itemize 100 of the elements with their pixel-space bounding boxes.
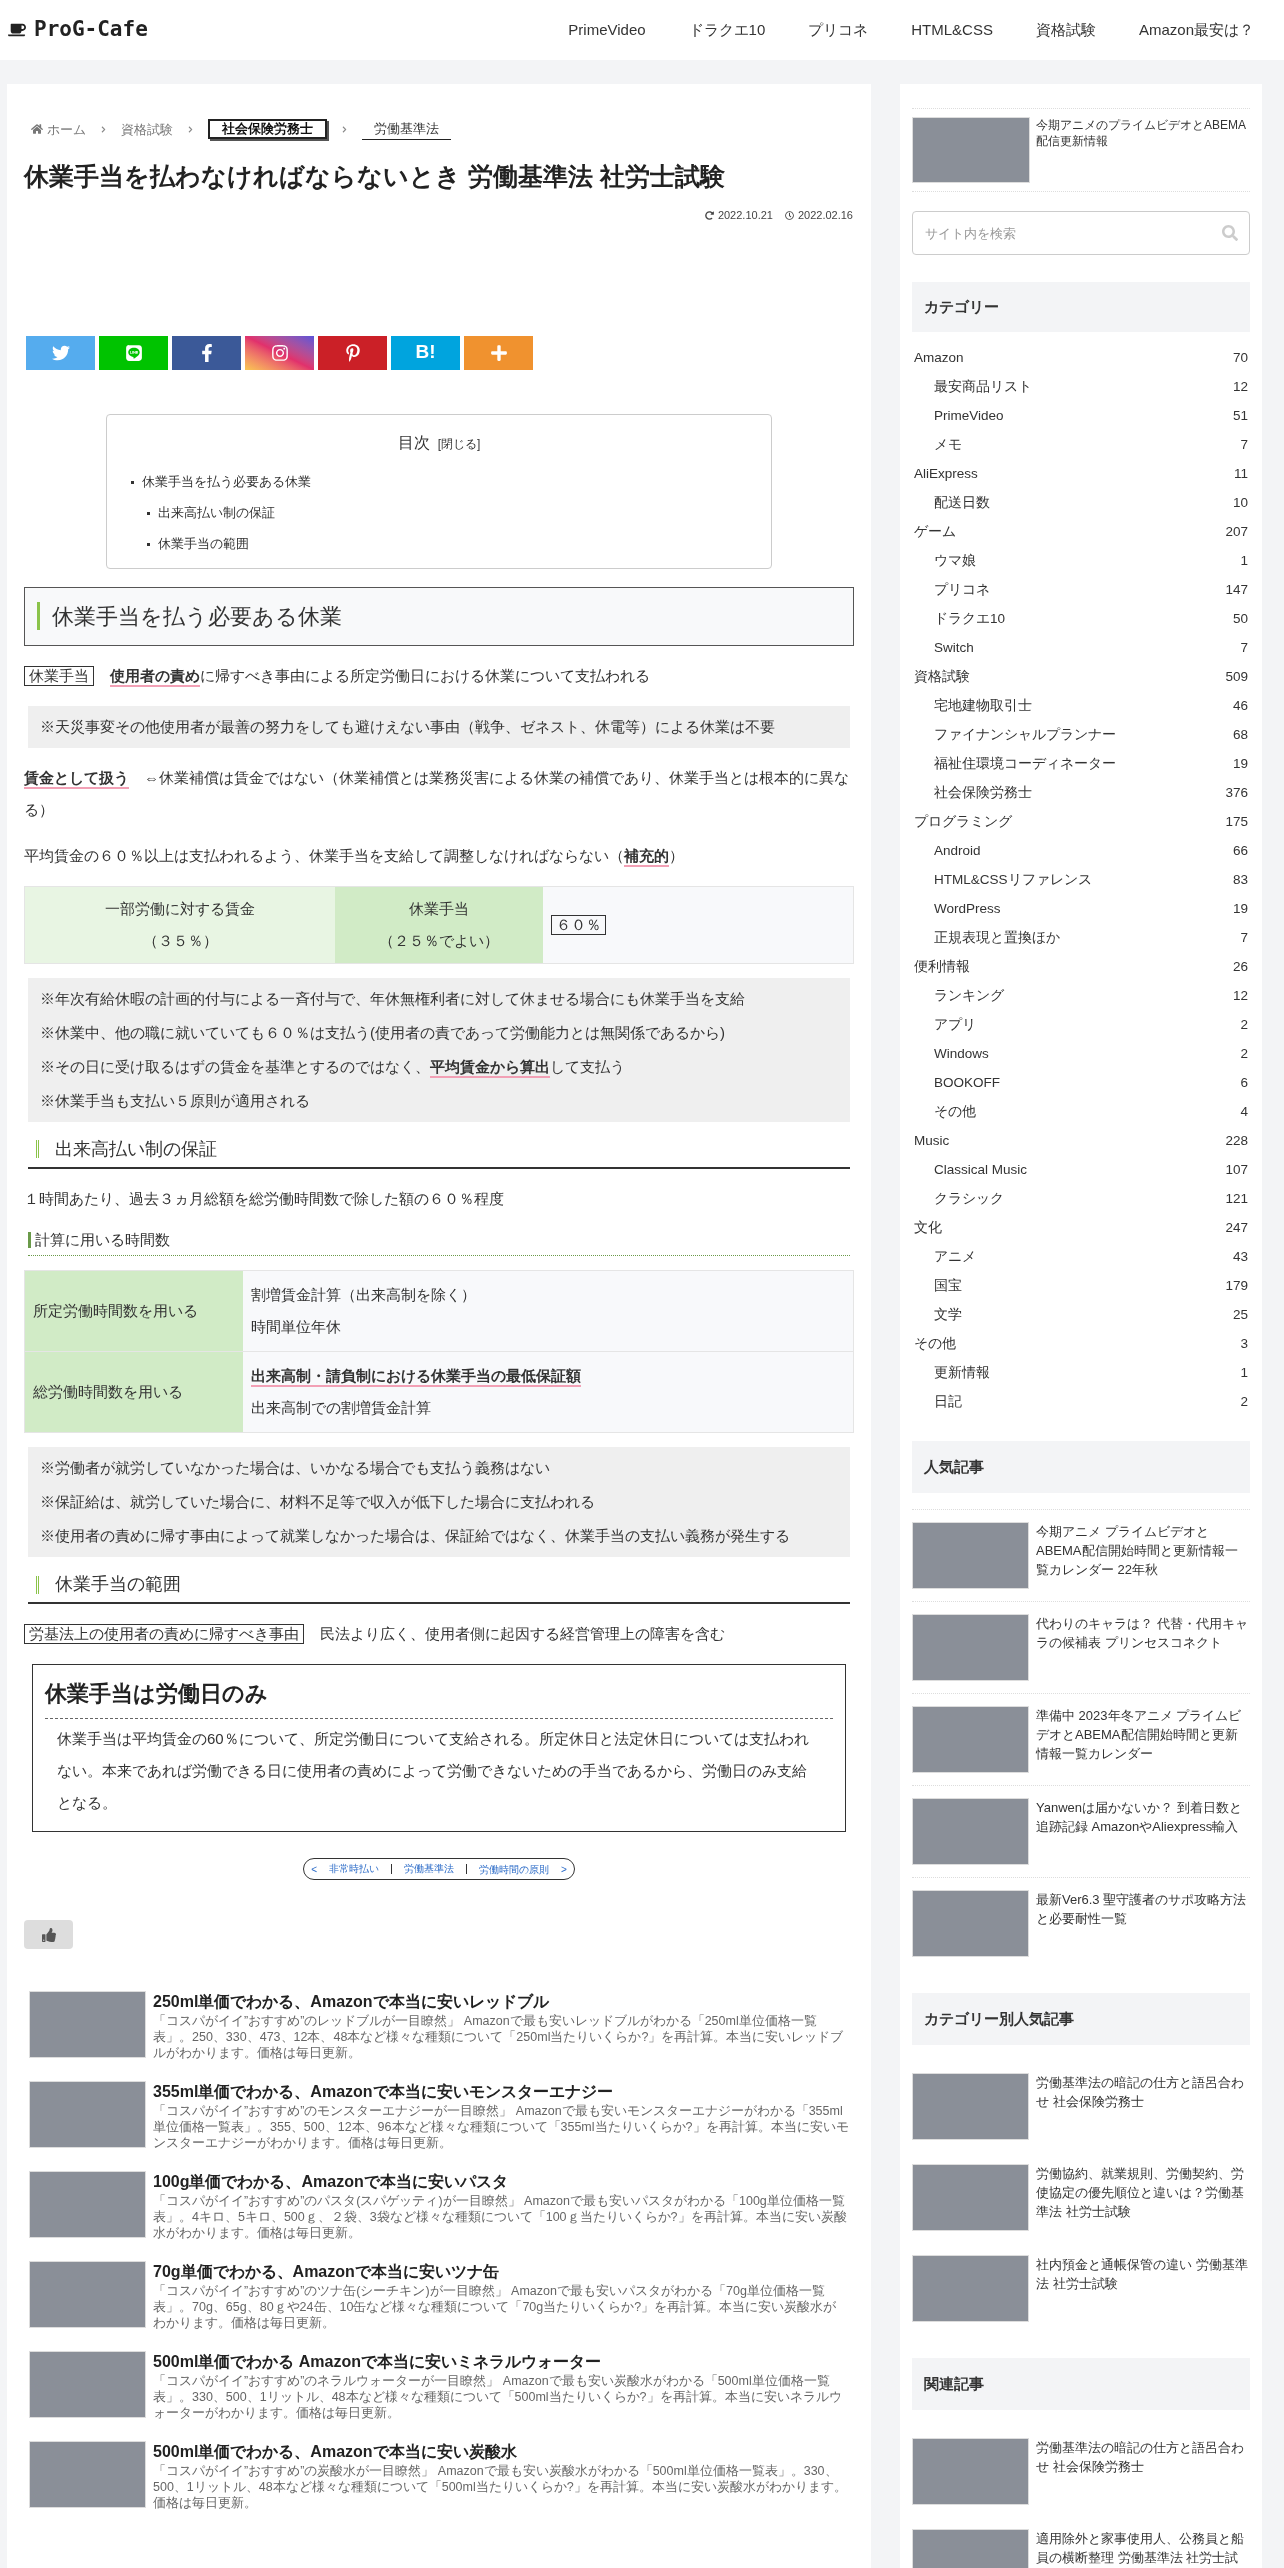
category-link[interactable]: アニメ 43 xyxy=(914,1243,1248,1272)
post-link[interactable]: 代わりのキャラは？ 代替・代用キャラの候補表 プリンセスコネクト xyxy=(912,1601,1250,1693)
post-link[interactable]: 労働基準法の暗記の仕方と語呂合わせ 社会保険労務士 xyxy=(912,2061,1250,2152)
related-post-link[interactable]: 70g単価でわかる、Amazonで本当に安いツナ缶 「コスパがイイ”おすすめ”のツナ缶(シーチキン)が一目瞭然」 Amazonで最も安いパスタがわかる「70g単位価格一覧表」。70g、65g、80ｇや24缶、10缶など様々な種類について「70g当たりいくらか?」を再計算。本当に安い炭酸水がわかります。価格は毎日更新。 xyxy=(29,2261,849,2331)
cell-text: 出来高制での割増賃金計算 xyxy=(251,1399,431,1416)
prev-post-link[interactable]: 非常時払い xyxy=(329,1864,392,1874)
nav-link[interactable]: プリコネ xyxy=(808,18,869,42)
minor-heading: 計算に用いる時間数 xyxy=(28,1228,850,1256)
share-button[interactable] xyxy=(245,335,314,370)
category-link[interactable]: メモ 7 xyxy=(914,431,1248,460)
category-link[interactable]: ドラクエ10 50 xyxy=(914,605,1248,634)
nav-link[interactable]: 資格試験 xyxy=(1035,18,1096,42)
post-link[interactable]: 適用除外と家事使用人、公務員と船員の横断整理 労働基準法 社労士試 xyxy=(912,2517,1250,2568)
category-link[interactable]: BOOKOFF 6 xyxy=(914,1069,1248,1098)
category-link[interactable]: ファイナンシャルプランナー 68 xyxy=(914,721,1248,750)
table-header-cell: 所定労働時間数を用いる xyxy=(25,1271,243,1351)
post-link[interactable]: 準備中 2023年冬アニメ プライムビデオとABEMA配信開始時間と更新情報一覧カレンダー xyxy=(912,1693,1250,1785)
breadcrumb-link[interactable]: 労働基準法 xyxy=(362,119,451,140)
post-link[interactable]: 労働協約、就業規則、労働契約、労使協定の優先順位と違いは？労働基準法 社労士試験 xyxy=(912,2152,1250,2243)
category-link[interactable]: その他 3 xyxy=(914,1330,1248,1359)
nav-link[interactable]: PrimeVideo xyxy=(568,18,646,42)
share-button[interactable] xyxy=(172,335,241,370)
share-button[interactable] xyxy=(318,335,387,370)
breadcrumb-link[interactable]: 社会保険労務士 xyxy=(208,119,327,140)
category-link[interactable]: 福祉住環境コーディネーター 19 xyxy=(914,750,1248,779)
coffee-cup-icon xyxy=(8,21,26,39)
post-excerpt: 「コスパがイイ”おすすめ”のレッドブルが一目瞭然」 Amazonで最も安いレッドブルがわかる「250ml単位価格一覧表」。250、330、473、12本、48本など様々な種類について「250ml当たりいくらか?」を再計算。本当に安いレッドブルがわかります。価格は毎日更新。 xyxy=(153,2013,845,2061)
category-link[interactable]: 更新情報 1 xyxy=(914,1359,1248,1388)
category-link[interactable]: Classical Music 107 xyxy=(914,1156,1248,1185)
post-link[interactable]: 労働基準法の暗記の仕方と語呂合わせ 社会保険労務士 xyxy=(912,2426,1250,2517)
category-link[interactable]: AliExpress 11 xyxy=(914,460,1248,489)
category-link[interactable]: ランキング 12 xyxy=(914,982,1248,1011)
nav-link[interactable]: ドラクエ10 xyxy=(688,18,766,42)
widget-title: カテゴリー xyxy=(912,282,1250,332)
cell-text: 時間単位年休 xyxy=(251,1318,341,1335)
home-icon xyxy=(31,123,43,136)
category-link[interactable]: 便利情報 26 xyxy=(914,953,1248,982)
category-link[interactable]: 文学 25 xyxy=(914,1301,1248,1330)
post-link[interactable]: 今期アニメのプライムビデオとABEMA配信更新情報 xyxy=(912,108,1250,192)
related-post-link[interactable]: 355ml単価でわかる、Amazonで本当に安いモンスターエナジー 「コスパがイイ”おすすめ”のモンスターエナジーが一目瞭然」 Amazonで最も安いモンスターエナジーがわかる「355ml単位価格一覧表」。355、500、12本、96本など様々な種類について「355ml当たりいくらか?」を再計算。本当に安いモンスターエナジーがわかります。価格は毎日更新。 xyxy=(29,2081,849,2151)
category-link[interactable]: Switch 7 xyxy=(914,634,1248,663)
chevron-icon xyxy=(187,125,194,133)
related-post-link[interactable]: 500ml単価でわかる Amazonで本当に安いミネラルウォーター 「コスパがイイ”おすすめ”のネラルウォーターが一目瞭然」 Amazonで最も安い炭酸水がわかる「500ml単位価格一覧表」。330、500、1リットル、48本など様々な種類について「500ml当たりいくらか?」を再計算。本当に安いネラルウォーターがわかります。価格は毎日更新。 xyxy=(29,2351,849,2421)
note-text: ※その日に受け取るはずの賃金を基準とするのではなく、平均賃金から算出して支払う xyxy=(40,1057,625,1075)
category-link[interactable]: その他 4 xyxy=(914,1098,1248,1127)
category-link[interactable]: Windows 2 xyxy=(914,1040,1248,1069)
post-link[interactable]: 社内預金と通帳保管の違い 労働基準法 社労士試験 xyxy=(912,2243,1250,2334)
category-link[interactable]: WordPress 19 xyxy=(914,895,1248,924)
cell-text: 休業手当 xyxy=(409,898,469,919)
category-link[interactable]: HTML&CSSリファレンス 83 xyxy=(914,866,1248,895)
category-link[interactable]: 国宝 179 xyxy=(914,1272,1248,1301)
next-post-link[interactable]: 労働時間の原則 xyxy=(479,1861,549,1877)
post-title: 500ml単価でわかる Amazonで本当に安いミネラルウォーター xyxy=(153,2352,603,2372)
paragraph-text: 使用者の責めに帰すべき事由による所定労働日における休業について支払われる xyxy=(110,665,651,686)
category-link[interactable]: 日記 2 xyxy=(914,1388,1248,1417)
category-link[interactable]: 宅地建物取引士 46 xyxy=(914,692,1248,721)
post-link[interactable]: Yanwenは届かないか？ 到着日数と追跡記録 AmazonやAliexpress輸入 xyxy=(912,1785,1250,1877)
toc-link[interactable]: 出来高払い制の保証 xyxy=(147,497,747,529)
breadcrumb-home-link[interactable]: ホーム xyxy=(31,119,86,139)
cell-text: （２５％でよい） xyxy=(379,930,499,951)
related-post-link[interactable]: 100g単価でわかる、Amazonで本当に安いパスタ 「コスパがイイ”おすすめ”のパスタ(スパゲッティ)が一目瞭然」 Amazonで最も安いパスタがわかる「100g単位価格一覧表」。4キロ、5キロ、500ｇ、２袋、3袋など様々な種類について「100ｇ当たりいくらか?」を再計算。本当に安い炭酸水がわかります。価格は毎日更新。 xyxy=(29,2171,849,2241)
category-link[interactable]: 正規表現と置換ほか 7 xyxy=(914,924,1248,953)
category-link[interactable]: プログラミング 175 xyxy=(914,808,1248,837)
category-link[interactable]: 資格試験 509 xyxy=(914,663,1248,692)
term-label: 労基法上の使用者の責めに帰すべき事由 xyxy=(24,1624,304,1644)
cell-text: ６０％ xyxy=(551,914,606,935)
category-link[interactable]: 最安商品リスト 12 xyxy=(914,373,1248,402)
category-link[interactable]: Android 66 xyxy=(914,837,1248,866)
category-link[interactable]: アプリ 2 xyxy=(914,1011,1248,1040)
breadcrumb-link[interactable]: 資格試験 xyxy=(121,119,173,139)
related-post-link[interactable]: 500ml単価でわかる、Amazonで本当に安い炭酸水 「コスパがイイ”おすすめ”の炭酸水が一目瞭然」 Amazonで最も安い炭酸水がわかる「500ml単位価格一覧表」。330、500、1リットル、48本など様々な種類について「500ml当たりいくらか?」を再計算。本当に安い炭酸水がわかります。価格は毎日更新。 xyxy=(29,2441,849,2511)
category-link[interactable]: 労働基準法 xyxy=(404,1864,467,1874)
category-link[interactable]: ウマ娘 1 xyxy=(914,547,1248,576)
subsection-heading: 出来高払い制の保証 xyxy=(28,1135,850,1169)
category-link[interactable]: ゲーム 207 xyxy=(914,518,1248,547)
paragraph-text: 賃金として扱う ⇔休業補償は賃金ではない（休業補償とは業務災害による休業の補償であり、休業手当とは根本的に異なる） xyxy=(24,767,850,820)
related-post-link[interactable]: 250ml単価でわかる、Amazonで本当に安いレッドブル 「コスパがイイ”おすすめ”のレッドブルが一目瞭然」 Amazonで最も安いレッドブルがわかる「250ml単位価格一覧表」。250、330、473、12本、48本など様々な種類について「250ml当たりいくらか?」を再計算。本当に安いレッドブルがわかります。価格は毎日更新。 xyxy=(29,1991,849,2061)
toc-toggle-link[interactable]: [閉じる] xyxy=(437,434,481,453)
post-excerpt: 「コスパがイイ”おすすめ”の炭酸水が一目瞭然」 Amazonで最も安い炭酸水がわかる「500ml単位価格一覧表」。330、500、1リットル、48本など様々な種類について「500ml当たりいくらか?」を再計算。本当に安い炭酸水がわかります。価格は毎日更新。 xyxy=(153,2463,848,2511)
note-text: ※天災事変その他使用者が最善の努力をしても避けえない事由（戦争、ゼネスト、休電等）による休業は不要 xyxy=(40,717,775,735)
toc-link[interactable]: 休業手当を払う必要ある休業 xyxy=(131,466,747,498)
like-button[interactable] xyxy=(24,1920,73,1949)
toc-link[interactable]: 休業手当の範囲 xyxy=(147,528,747,560)
post-link[interactable]: 最新Ver6.3 聖守護者のサポ攻略方法と必要耐性一覧 xyxy=(912,1877,1250,1969)
category-link[interactable]: 社会保険労務士 376 xyxy=(914,779,1248,808)
category-link[interactable]: Amazon 70 xyxy=(914,344,1248,373)
post-link[interactable]: 今期アニメ プライムビデオとABEMA配信開始時間と更新情報一覧カレンダー 22年秋 xyxy=(912,1509,1250,1601)
category-link[interactable]: Music 228 xyxy=(914,1127,1248,1156)
nav-link[interactable]: HTML&CSS xyxy=(911,18,993,42)
category-link[interactable]: 文化 247 xyxy=(914,1214,1248,1243)
cell-text: 出来高制・請負制における休業手当の最低保証額 xyxy=(251,1367,581,1384)
category-link[interactable]: PrimeVideo 51 xyxy=(914,402,1248,431)
search-field[interactable]: サイト内を検索 xyxy=(912,211,1250,255)
site-logo[interactable]: ProG-Cafe xyxy=(8,14,148,46)
nav-link[interactable]: Amazon最安は？ xyxy=(1138,18,1254,42)
post-excerpt: 「コスパがイイ”おすすめ”のツナ缶(シーチキン)が一目瞭然」 Amazonで最も安いパスタがわかる「70g単位価格一覧表」。70g、65g、80ｇや24缶、10缶など様々な種類について「70g当たりいくらか?」を再計算。本当に安い炭酸水がわかります。価格は毎日更新。 xyxy=(153,2283,838,2331)
widget-title: 関連記事 xyxy=(912,2358,1250,2410)
category-link[interactable]: プリコネ 147 xyxy=(914,576,1248,605)
category-link[interactable]: クラシック 121 xyxy=(914,1185,1248,1214)
category-link[interactable]: 配送日数 10 xyxy=(914,489,1248,518)
